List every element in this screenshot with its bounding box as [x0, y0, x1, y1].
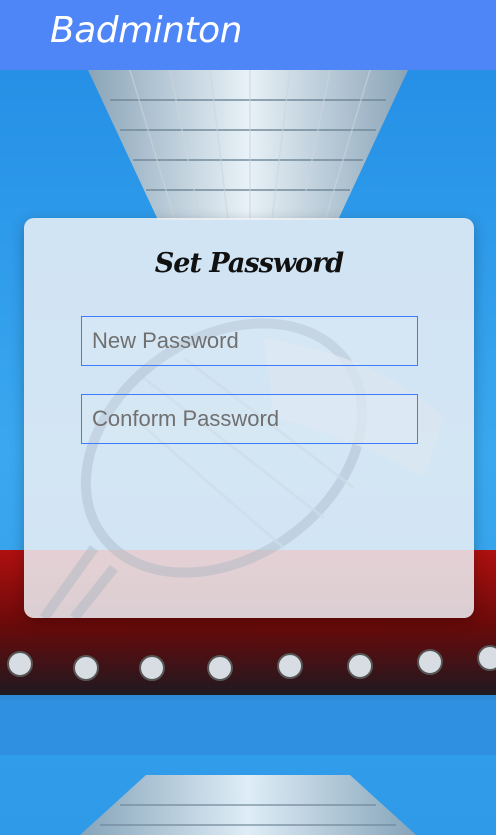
app-title: Badminton — [50, 10, 242, 51]
set-password-card: Set Password — [24, 218, 474, 618]
confirm-password-input[interactable] — [81, 394, 418, 444]
card-title: Set Password — [154, 248, 344, 279]
screen: Badminton Set Password — [0, 0, 496, 835]
app-bar: Badminton — [0, 0, 496, 70]
new-password-input[interactable] — [81, 316, 418, 366]
